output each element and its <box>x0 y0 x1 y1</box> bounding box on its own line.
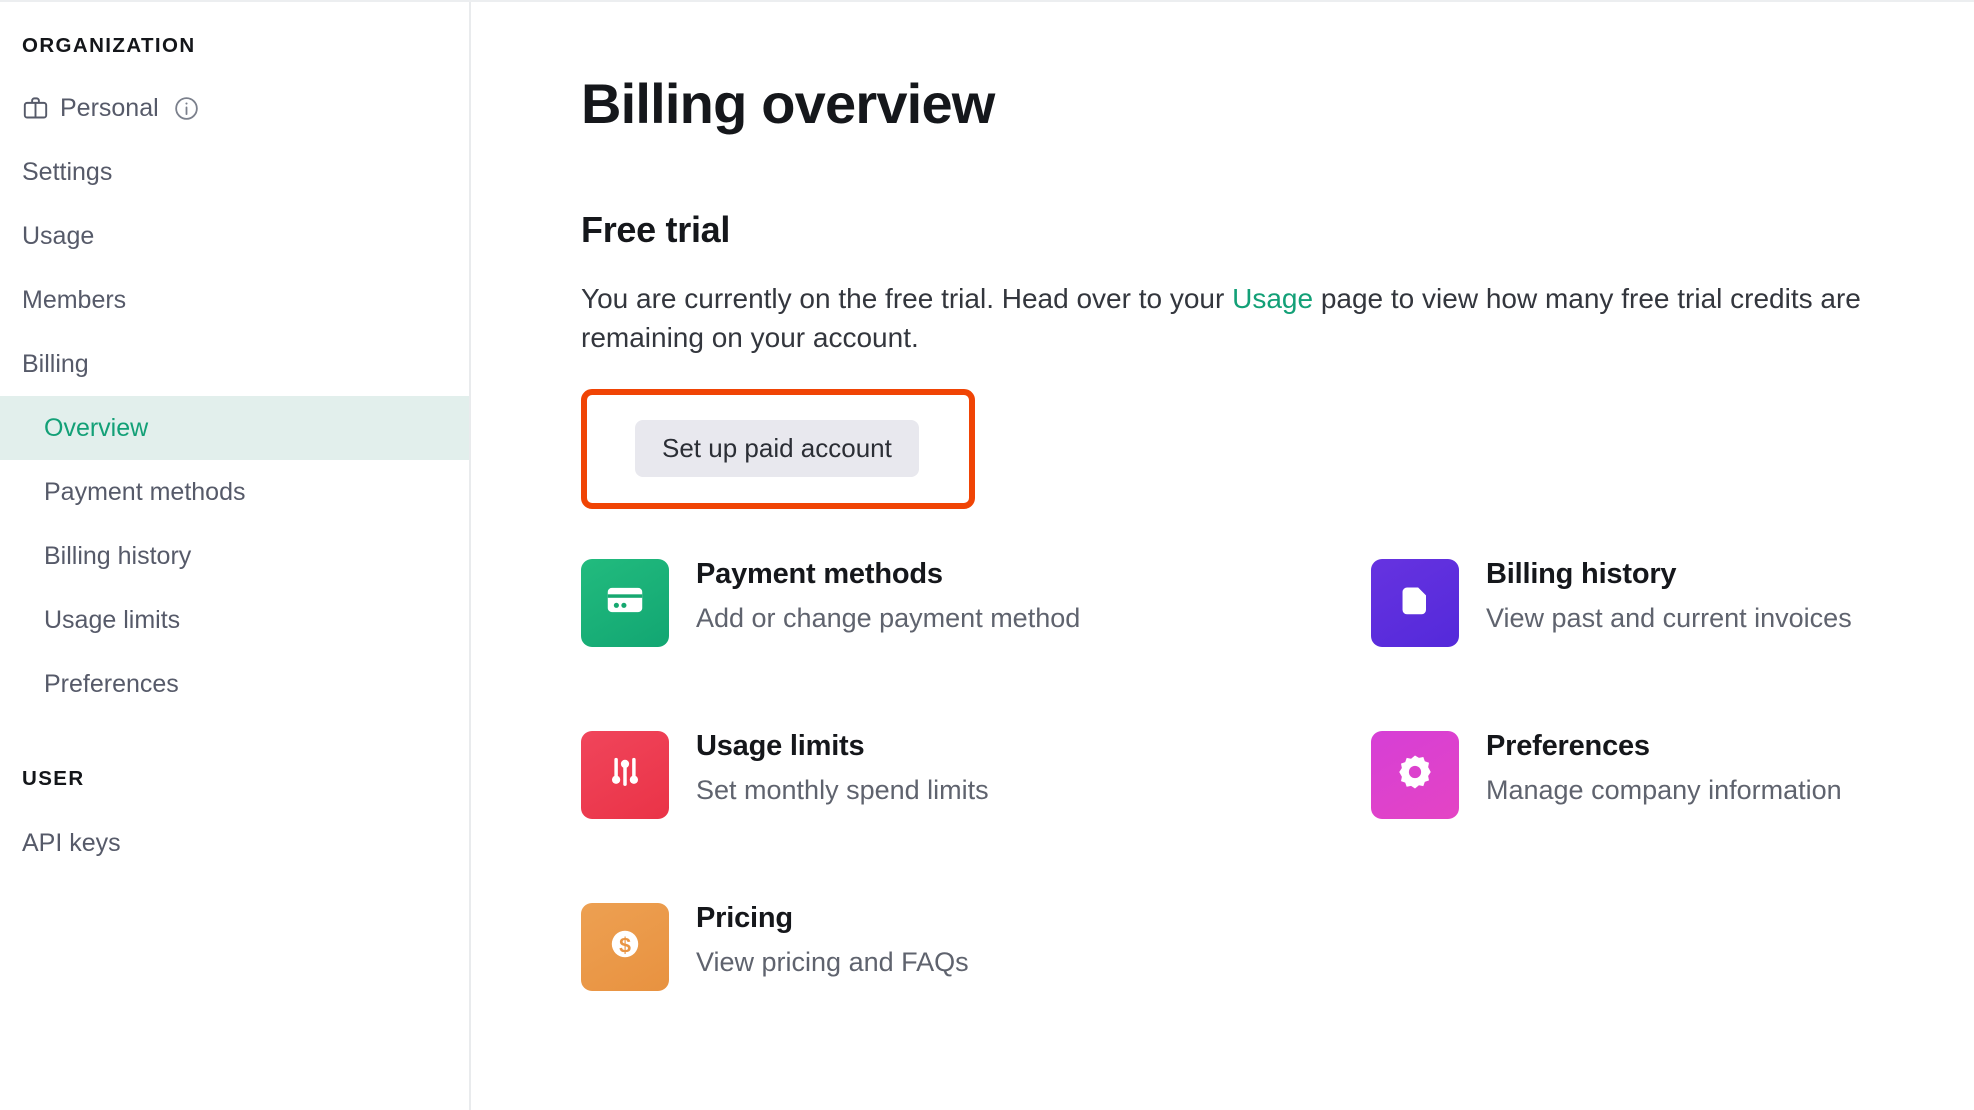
card-payment-methods[interactable]: Payment methods Add or change payment me… <box>581 555 1371 727</box>
sidebar-item-label: Members <box>22 285 127 314</box>
card-text: Billing history View past and current in… <box>1486 555 1852 635</box>
sidebar-item-settings[interactable]: Settings <box>0 140 469 204</box>
sidebar-item-label: Preferences <box>44 669 179 698</box>
info-circle-icon[interactable] <box>173 95 200 122</box>
card-text: Preferences Manage company information <box>1486 727 1842 807</box>
sidebar-item-label: Personal <box>60 93 159 122</box>
sidebar-item-personal[interactable]: Personal <box>0 76 469 140</box>
card-subtitle: Add or change payment method <box>696 603 1081 634</box>
main-content: Billing overview Free trial You are curr… <box>471 2 1974 1110</box>
card-title: Usage limits <box>696 729 865 762</box>
card-usage-limits[interactable]: Usage limits Set monthly spend limits <box>581 727 1371 899</box>
dollar-coin-icon: $ <box>603 922 647 971</box>
card-pricing[interactable]: $ Pricing View pricing and FAQs <box>581 899 1371 1071</box>
card-icon-tile <box>581 730 669 819</box>
lede-text-before: You are currently on the free trial. Hea… <box>581 283 1233 315</box>
card-icon-tile <box>1371 558 1459 647</box>
page-title: Billing overview <box>581 72 995 135</box>
sidebar-item-label: Usage <box>22 221 95 250</box>
sidebar-section-title-organization: ORGANIZATION <box>22 34 196 57</box>
set-up-paid-account-button[interactable]: Set up paid account <box>635 419 919 477</box>
sidebar-item-api-keys[interactable]: API keys <box>0 811 469 875</box>
sidebar-item-label: API keys <box>22 828 121 857</box>
quick-links-grid: Payment methods Add or change payment me… <box>581 555 1974 1071</box>
sidebar-section-title-user: USER <box>22 767 85 790</box>
card-subtitle: Manage company information <box>1486 775 1842 806</box>
card-title: Payment methods <box>696 557 943 590</box>
card-text: Usage limits Set monthly spend limits <box>696 727 989 807</box>
sidebar-item-payment-methods[interactable]: Payment methods <box>0 460 469 524</box>
gear-icon <box>1394 751 1436 798</box>
document-icon <box>1393 578 1437 627</box>
sidebar-item-preferences[interactable]: Preferences <box>0 652 469 716</box>
card-subtitle: View pricing and FAQs <box>696 947 969 978</box>
card-icon-tile: $ <box>581 902 669 991</box>
card-preferences[interactable]: Preferences Manage company information <box>1371 727 1974 899</box>
sidebar-item-label: Usage limits <box>44 605 181 634</box>
sidebar: ORGANIZATION Personal Settings Usage Mem… <box>0 2 471 1110</box>
set-up-paid-account-annotation-wrap: Set up paid account <box>581 388 975 509</box>
sidebar-item-billing[interactable]: Billing <box>0 332 469 396</box>
credit-card-icon <box>603 578 647 627</box>
sidebar-item-usage[interactable]: Usage <box>0 204 469 268</box>
card-title: Pricing <box>696 901 793 934</box>
card-subtitle: Set monthly spend limits <box>696 775 989 806</box>
card-icon-tile <box>1371 730 1459 819</box>
sidebar-item-label: Settings <box>22 157 113 186</box>
card-title: Preferences <box>1486 729 1650 762</box>
card-billing-history[interactable]: Billing history View past and current in… <box>1371 555 1974 727</box>
section-title-free-trial: Free trial <box>581 209 731 251</box>
sidebar-item-label: Billing history <box>44 541 192 570</box>
sidebar-item-members[interactable]: Members <box>0 268 469 332</box>
sliders-icon <box>603 750 647 799</box>
billing-overview-page: ORGANIZATION Personal Settings Usage Mem… <box>0 0 1974 1110</box>
sidebar-item-label: Overview <box>44 413 149 442</box>
card-subtitle: View past and current invoices <box>1486 603 1852 634</box>
svg-text:$: $ <box>619 934 631 958</box>
sidebar-item-label: Payment methods <box>44 477 246 506</box>
sidebar-item-usage-limits[interactable]: Usage limits <box>0 588 469 652</box>
sidebar-item-billing-history[interactable]: Billing history <box>0 524 469 588</box>
card-text: Payment methods Add or change payment me… <box>696 555 1080 635</box>
briefcase-icon <box>22 95 49 122</box>
usage-link[interactable]: Usage <box>1232 283 1313 314</box>
sidebar-item-label: Billing <box>22 349 89 378</box>
card-icon-tile <box>581 558 669 647</box>
card-title: Billing history <box>1486 557 1677 590</box>
card-text: Pricing View pricing and FAQs <box>696 899 969 979</box>
sidebar-item-overview[interactable]: Overview <box>0 396 469 460</box>
free-trial-description: You are currently on the free trial. Hea… <box>581 280 1881 357</box>
